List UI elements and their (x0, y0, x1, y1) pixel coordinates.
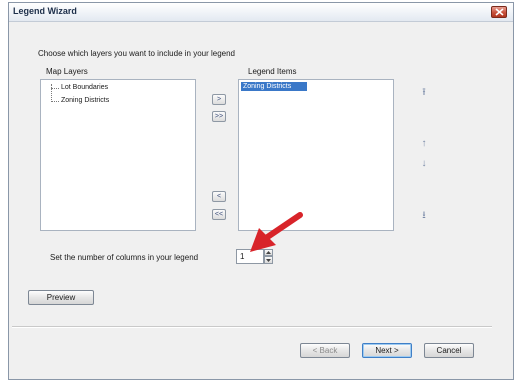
remove-layer-button[interactable]: < (212, 191, 226, 202)
window-title: Legend Wizard (13, 6, 77, 16)
legend-items-label: Legend Items (248, 67, 297, 76)
chevron-down-icon (266, 259, 271, 262)
tree-connector (51, 88, 59, 89)
preview-button[interactable]: Preview (28, 290, 94, 305)
add-all-layers-button[interactable]: >> (212, 111, 226, 122)
cancel-button[interactable]: Cancel (424, 343, 474, 358)
tree-connector (51, 101, 59, 102)
layer-item-zoning-districts[interactable]: Zoning Districts (61, 97, 109, 104)
spin-down-button[interactable] (264, 256, 273, 264)
red-arrow-annotation (250, 212, 303, 252)
back-button[interactable]: < Back (300, 343, 350, 358)
move-to-top-button[interactable]: ⭱ (418, 85, 430, 101)
add-layer-button[interactable]: > (212, 94, 226, 105)
legend-items-list[interactable]: Zoning Districts (238, 79, 394, 231)
layer-item-lot-boundaries[interactable]: Lot Boundaries (61, 84, 108, 91)
move-down-button[interactable]: ↓ (418, 156, 430, 172)
instructions-text: Choose which layers you want to include … (38, 49, 236, 58)
move-to-bottom-button[interactable]: ⭳ (418, 208, 430, 224)
close-icon (495, 8, 504, 16)
divider (12, 326, 492, 328)
move-up-button[interactable]: ↑ (418, 136, 430, 152)
close-button[interactable] (491, 6, 507, 18)
next-button[interactable]: Next > (362, 343, 412, 358)
remove-all-layers-button[interactable]: << (212, 209, 226, 220)
legend-item-zoning-districts[interactable]: Zoning Districts (241, 82, 307, 91)
map-layers-label: Map Layers (46, 67, 88, 76)
tree-connector (51, 84, 52, 102)
map-layers-list[interactable]: Lot Boundaries Zoning Districts (40, 79, 196, 231)
columns-label: Set the number of columns in your legend (50, 253, 199, 262)
title-bar: Legend Wizard (9, 3, 513, 22)
